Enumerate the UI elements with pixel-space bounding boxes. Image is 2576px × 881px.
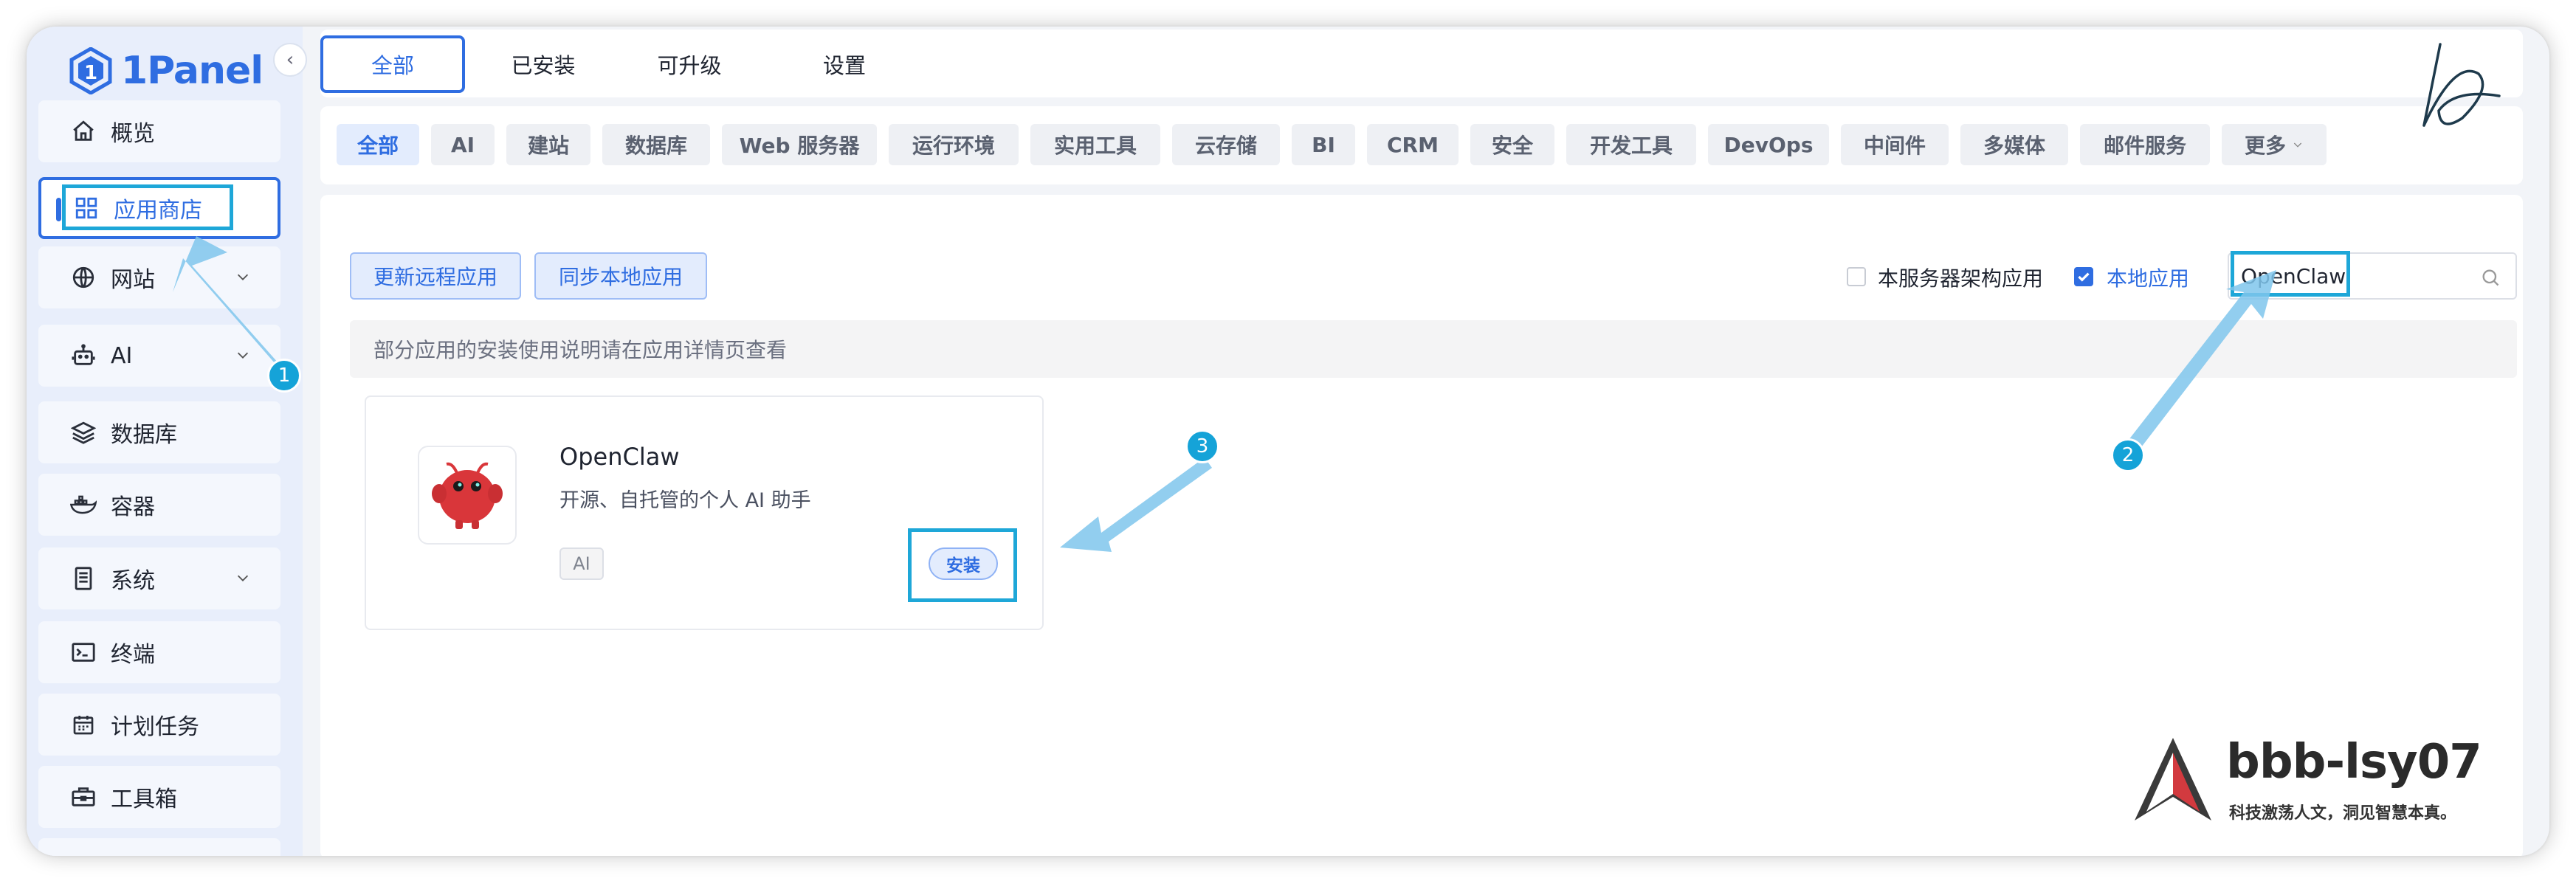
svg-text:1: 1 — [84, 62, 97, 84]
tab-upgradable[interactable]: 可升级 — [630, 35, 748, 93]
category-more-label: 更多 — [2244, 134, 2286, 158]
category-bi[interactable]: BI — [1292, 124, 1355, 165]
update-remote-apps-button[interactable]: 更新远程应用 — [350, 252, 521, 300]
checkmark-icon — [2078, 272, 2090, 282]
active-indicator — [56, 198, 61, 221]
sidebar-item-partial[interactable] — [38, 838, 280, 856]
sidebar-item-terminal[interactable]: 终端 — [38, 621, 280, 683]
sync-local-apps-button[interactable]: 同步本地应用 — [534, 252, 707, 300]
category-dev-tools[interactable]: 开发工具 — [1566, 124, 1696, 165]
red-lobster-mascot-icon — [432, 462, 503, 529]
sidebar: 1 1Panel ‹ 概览 应用商店 网站 AI 数据库 容器 系统 终端 计划… — [27, 27, 307, 856]
local-apps-label: 本地应用 — [2107, 266, 2190, 291]
highlight-box-app-store — [62, 184, 233, 230]
globe-icon — [69, 263, 97, 291]
category-filter-bar: 全部 AI 建站 数据库 Web 服务器 运行环境 实用工具 云存储 BI CR… — [320, 106, 2523, 184]
sidebar-item-cron-jobs[interactable]: 计划任务 — [38, 694, 280, 756]
terminal-icon — [69, 638, 97, 666]
category-devops[interactable]: DevOps — [1708, 124, 1829, 165]
category-more-dropdown[interactable]: 更多 — [2222, 124, 2327, 165]
sidebar-item-label: 终端 — [111, 642, 155, 668]
sidebar-item-label: 数据库 — [111, 422, 177, 448]
arrowhead-logo-icon — [2135, 738, 2211, 820]
category-database[interactable]: 数据库 — [602, 124, 710, 165]
annotation-badge-3: 3 — [1185, 429, 1219, 463]
watermark-text: bbb-lsy07 — [2226, 735, 2482, 790]
highlight-box-install — [908, 528, 1017, 602]
sidebar-item-toolbox[interactable]: 工具箱 — [38, 766, 280, 828]
category-middleware[interactable]: 中间件 — [1841, 124, 1949, 165]
arch-filter-checkbox[interactable] — [1847, 267, 1866, 286]
category-cloud-storage[interactable]: 云存储 — [1172, 124, 1280, 165]
install-notice-banner: 部分应用的安装使用说明请在应用详情页查看 — [350, 320, 2517, 378]
highlight-box-search — [2231, 251, 2350, 297]
signature-logo-icon — [2422, 43, 2501, 127]
tab-settings[interactable]: 设置 — [785, 35, 903, 93]
annotation-badge-1: 1 — [267, 359, 301, 393]
sidebar-item-label: 概览 — [111, 121, 155, 147]
sidebar-item-label: AI — [111, 342, 133, 369]
collapse-sidebar-button[interactable]: ‹ — [273, 43, 307, 77]
sidebar-item-label: 系统 — [111, 568, 155, 594]
sidebar-item-label: 工具箱 — [111, 787, 177, 812]
sidebar-item-website[interactable]: 网站 — [38, 246, 280, 308]
category-all[interactable]: 全部 — [337, 124, 419, 165]
app-logo[interactable]: 1 1Panel — [69, 34, 264, 108]
sidebar-item-ai[interactable]: AI — [38, 325, 280, 387]
category-ai[interactable]: AI — [431, 124, 495, 165]
annotation-badge-2: 2 — [2111, 438, 2145, 472]
app-icon — [418, 446, 517, 545]
chevron-down-icon — [237, 352, 249, 359]
app-name: 1Panel — [121, 49, 264, 93]
sidebar-item-database[interactable]: 数据库 — [38, 401, 280, 463]
server-icon — [69, 564, 97, 592]
app-card-openclaw[interactable]: OpenClaw 开源、自托管的个人 AI 助手 AI 安装 — [365, 395, 1044, 630]
category-mail[interactable]: 邮件服务 — [2080, 124, 2210, 165]
category-utilities[interactable]: 实用工具 — [1030, 124, 1160, 165]
sidebar-item-label: 计划任务 — [111, 714, 199, 740]
category-multimedia[interactable]: 多媒体 — [1960, 124, 2068, 165]
sidebar-item-overview[interactable]: 概览 — [38, 100, 280, 162]
category-crm[interactable]: CRM — [1367, 124, 1459, 165]
tab-all[interactable]: 全部 — [320, 35, 465, 93]
category-runtime[interactable]: 运行环境 — [889, 124, 1019, 165]
sidebar-item-label: 容器 — [111, 494, 155, 520]
category-security[interactable]: 安全 — [1470, 124, 1554, 165]
docker-icon — [69, 491, 97, 519]
chevron-down-icon — [237, 575, 249, 581]
app-store-tabs: 全部 已安装 可升级 设置 — [320, 30, 2523, 97]
app-tag: AI — [559, 547, 604, 580]
sidebar-item-label: 网站 — [111, 267, 155, 293]
search-icon[interactable] — [2480, 267, 2501, 288]
app-title[interactable]: OpenClaw — [559, 443, 679, 471]
home-icon — [69, 117, 97, 145]
calendar-icon — [69, 711, 97, 739]
category-website[interactable]: 建站 — [506, 124, 590, 165]
chevron-down-icon — [237, 274, 249, 280]
sidebar-item-system[interactable]: 系统 — [38, 547, 280, 609]
robot-icon — [69, 342, 97, 370]
layers-icon — [69, 418, 97, 446]
local-apps-checkbox[interactable] — [2074, 267, 2093, 286]
app-description: 开源、自托管的个人 AI 助手 — [559, 489, 811, 512]
chevron-left-icon: ‹ — [286, 49, 295, 71]
tab-installed[interactable]: 已安装 — [484, 35, 602, 93]
arch-filter-label: 本服务器架构应用 — [1878, 266, 2044, 291]
watermark: bbb-lsy07 科技激荡人文，洞见智慧本真。 — [2130, 735, 2514, 831]
watermark-slogan: 科技激荡人文，洞见智慧本真。 — [2229, 804, 2457, 823]
toolbox-icon — [69, 783, 97, 811]
category-web-server[interactable]: Web 服务器 — [722, 124, 877, 165]
app-window: 1 1Panel ‹ 概览 应用商店 网站 AI 数据库 容器 系统 终端 计划… — [27, 27, 2549, 856]
chevron-down-icon — [2293, 142, 2302, 148]
logo-hexagon-icon: 1 — [69, 47, 112, 94]
sidebar-item-container[interactable]: 容器 — [38, 474, 280, 536]
